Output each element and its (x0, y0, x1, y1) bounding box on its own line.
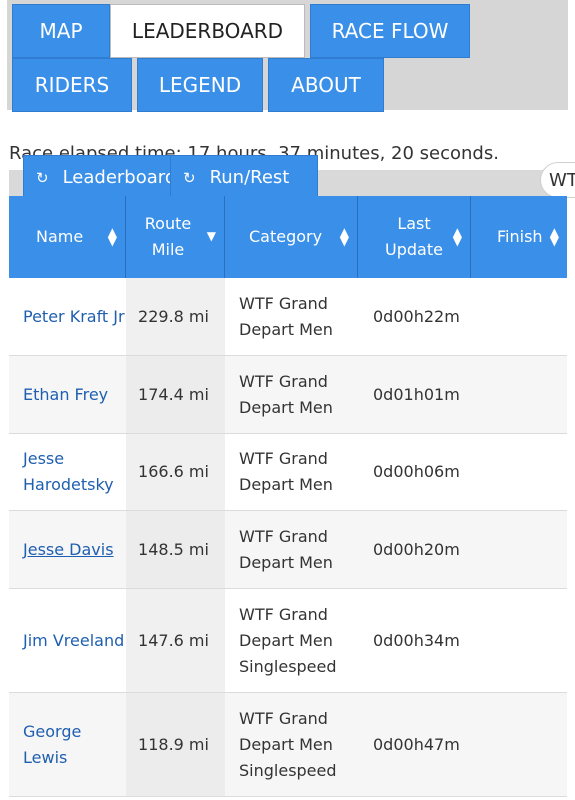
filter-pill-label: WT (549, 169, 575, 191)
finish-cell (471, 693, 567, 796)
tab-leaderboard[interactable]: LEADERBOARD (110, 4, 305, 58)
table-row[interactable]: Jesse Davis 148.5 mi WTF Grand Depart Me… (9, 511, 567, 589)
sort-both-icon: ▲ ▼ (107, 225, 117, 248)
leaderboard-button-label: Leaderboard (62, 167, 173, 188)
table-row[interactable]: Jim Vreeland 147.6 mi WTF Grand Depart M… (9, 589, 567, 693)
rider-name-link[interactable]: Peter Kraft Jr (9, 278, 126, 355)
category-cell: WTF Grand Depart Men (239, 371, 333, 417)
finish-cell (471, 356, 567, 433)
refresh-icon: ↻ (36, 168, 49, 187)
last-update-cell: 0d00h47m (373, 734, 460, 754)
rider-name-link[interactable]: Ethan Frey (9, 356, 126, 433)
last-update-cell: 0d00h34m (373, 630, 460, 650)
tab-race-flow[interactable]: RACE FLOW (310, 4, 470, 58)
last-update-cell: 0d00h22m (373, 306, 460, 326)
column-header-finish-label: Finish (497, 227, 543, 246)
sort-both-icon: ▲ ▼ (452, 225, 462, 248)
category-cell: WTF Grand Depart Men (239, 449, 333, 494)
column-header-name[interactable]: Name ▲ ▼ (9, 196, 126, 278)
category-filter-pill[interactable]: WT (540, 162, 575, 198)
table-row[interactable]: Peter Kraft Jr 229.8 mi WTF Grand Depart… (9, 278, 567, 356)
column-header-route-label: Route (144, 214, 192, 233)
tab-riders[interactable]: RIDERS (12, 58, 132, 112)
last-update-cell: 0d01h01m (373, 384, 460, 404)
sort-both-icon: ▲ ▼ (339, 225, 349, 248)
column-header-finish[interactable]: Finish ▲ ▼ (471, 196, 567, 278)
tab-legend[interactable]: LEGEND (137, 58, 263, 112)
column-header-last-update[interactable]: Last Update ▲ ▼ (358, 196, 471, 278)
finish-cell (471, 511, 567, 588)
main-tab-bar: MAP LEADERBOARD RACE FLOW RIDERS LEGEND … (7, 0, 568, 112)
route-mile-cell: 148.5 mi (126, 511, 225, 588)
column-header-mile-label: Mile (151, 240, 185, 259)
table-row[interactable]: Jesse Harodetsky 166.6 mi WTF Grand Depa… (9, 434, 567, 511)
rider-name-link[interactable]: Jesse Davis (9, 511, 126, 588)
sort-both-icon: ▲ ▼ (549, 225, 559, 248)
column-header-route-mile[interactable]: Route Mile ▼ (126, 196, 225, 278)
rider-name-link[interactable]: George Lewis (9, 693, 126, 796)
category-cell: WTF Grand Depart Men (239, 526, 333, 572)
column-header-name-label: Name (36, 227, 84, 246)
sort-descending-icon: ▼ (206, 229, 216, 243)
route-mile-cell: 166.6 mi (126, 434, 225, 510)
route-mile-cell: 147.6 mi (126, 589, 225, 692)
rider-name-link[interactable]: Jesse Harodetsky (9, 434, 126, 510)
category-cell: WTF Grand Depart Men Singlespeed (239, 604, 337, 676)
finish-cell (471, 278, 567, 355)
column-header-category[interactable]: Category ▲ ▼ (225, 196, 358, 278)
run-rest-button-label: Run/Rest (209, 167, 290, 188)
last-update-cell: 0d00h06m (373, 462, 460, 481)
tab-about[interactable]: ABOUT (268, 58, 384, 112)
leaderboard-refresh-button[interactable]: ↻ Leaderboard (23, 155, 173, 200)
route-mile-cell: 118.9 mi (126, 693, 225, 796)
table-header: Name ▲ ▼ Route Mile ▼ Category ▲ ▼ Last Up… (9, 196, 567, 278)
column-header-update-label: Update (385, 240, 443, 259)
last-update-cell: 0d00h20m (373, 539, 460, 559)
table-row[interactable]: Ethan Frey 174.4 mi WTF Grand Depart Men… (9, 356, 567, 434)
rider-name-link[interactable]: Jim Vreeland (9, 589, 126, 692)
refresh-icon: ↻ (183, 168, 196, 187)
route-mile-cell: 229.8 mi (126, 278, 225, 355)
category-cell: WTF Grand Depart Men (239, 293, 333, 339)
route-mile-cell: 174.4 mi (126, 356, 225, 433)
finish-cell (471, 589, 567, 692)
tab-map[interactable]: MAP (12, 4, 110, 58)
column-header-last-label: Last (397, 214, 431, 233)
category-cell: WTF Grand Depart Men Singlespeed (239, 708, 337, 780)
run-rest-refresh-button[interactable]: ↻ Run/Rest (170, 155, 318, 200)
finish-cell (471, 434, 567, 510)
column-header-category-label: Category (249, 227, 323, 246)
table-row[interactable]: George Lewis 118.9 mi WTF Grand Depart M… (9, 693, 567, 797)
